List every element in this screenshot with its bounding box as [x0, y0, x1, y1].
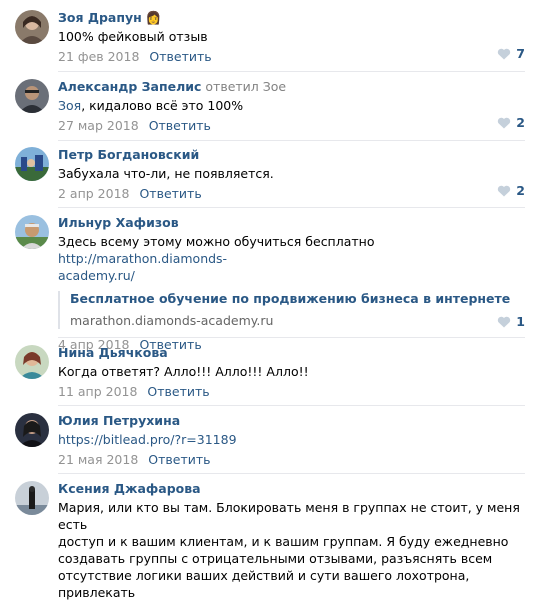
author-name[interactable]: Ильнур Хафизов	[58, 215, 179, 230]
link-snippet[interactable]: Бесплатное обучение по продвижению бизне…	[58, 291, 525, 329]
author-name[interactable]: Зоя Драпун	[58, 10, 142, 25]
url-link[interactable]: http://marathon.diamonds-	[58, 251, 227, 266]
reply-button[interactable]: Ответить	[149, 118, 211, 133]
heart-icon	[498, 48, 511, 59]
comment-text-body: , кидалово всё это 100%	[81, 98, 244, 113]
divider	[58, 405, 525, 406]
divider	[58, 337, 525, 338]
like-button[interactable]: 7	[497, 46, 525, 61]
avatar[interactable]	[15, 79, 49, 113]
comment-text: Здесь всему этому можно обучиться беспла…	[58, 233, 525, 284]
author-name[interactable]: Ксения Джафарова	[58, 481, 201, 496]
divider	[58, 71, 525, 72]
comment-text-line: Мария, или кто вы там. Блокировать меня …	[58, 500, 520, 532]
comment-text: https://bitlead.pro/?r=31189	[58, 431, 525, 448]
comment-date[interactable]: 21 мая 2018	[58, 452, 138, 467]
like-count: 7	[516, 46, 525, 61]
comment-date[interactable]: 21 фев 2018	[58, 49, 139, 64]
heart-icon	[498, 316, 511, 327]
divider	[58, 140, 525, 141]
author-name[interactable]: Юлия Петрухина	[58, 413, 180, 428]
author-emoji: 👩	[145, 10, 162, 25]
author-name[interactable]: Александр Запелис	[58, 79, 201, 94]
like-count: 2	[516, 183, 525, 198]
avatar[interactable]	[15, 147, 49, 181]
avatar[interactable]	[15, 481, 49, 515]
snippet-title[interactable]: Бесплатное обучение по продвижению бизне…	[70, 291, 525, 307]
comment-text: Забухала что-ли, не появляется.	[58, 166, 274, 181]
reply-button[interactable]: Ответить	[139, 186, 201, 201]
author-name[interactable]: Нина Дьячкова	[58, 345, 168, 360]
comment-date[interactable]: 11 апр 2018	[58, 384, 137, 399]
reply-button[interactable]: Ответить	[147, 384, 209, 399]
like-button[interactable]: 2	[497, 183, 525, 198]
comment-text: Мария, или кто вы там. Блокировать меня …	[58, 499, 525, 601]
comment-date[interactable]: 2 апр 2018	[58, 186, 129, 201]
avatar[interactable]	[15, 10, 49, 44]
comment-text: Когда ответят? Алло!!! Алло!!! Алло!!	[58, 364, 309, 379]
comment-date[interactable]: 27 мар 2018	[58, 118, 139, 133]
snippet-domain: marathon.diamonds-academy.ru	[70, 313, 274, 328]
url-link[interactable]: https://bitlead.pro/?r=31189	[58, 432, 237, 447]
like-button[interactable]: 1	[497, 314, 525, 329]
comment-text-line: доступ и к вашим клиентам, и к вашим гру…	[58, 534, 509, 549]
divider	[58, 207, 525, 208]
author-name[interactable]: Петр Богдановский	[58, 147, 199, 162]
avatar[interactable]	[15, 215, 49, 249]
comment-text: Зоя, кидалово всё это 100%	[58, 97, 525, 114]
divider	[58, 473, 525, 474]
heart-icon	[498, 117, 511, 128]
url-link-continued[interactable]: academy.ru/	[58, 268, 135, 283]
mentioned-user-link[interactable]: Зоя	[58, 98, 81, 113]
avatar[interactable]	[15, 413, 49, 447]
comment-text-body: Здесь всему этому можно обучиться беспла…	[58, 234, 375, 249]
like-button[interactable]: 2	[497, 115, 525, 130]
comments-feed: Зоя Драпун 👩 100% фейковый отзыв 21 фев …	[0, 0, 539, 600]
like-count: 2	[516, 115, 525, 130]
avatar[interactable]	[15, 345, 49, 379]
comment-text: 100% фейковый отзыв	[58, 29, 208, 44]
reply-to-note[interactable]: ответил Зое	[205, 79, 286, 94]
like-count: 1	[516, 314, 525, 329]
comment-text-line: создавать группы с отрицательными отзыва…	[58, 551, 493, 566]
reply-button[interactable]: Ответить	[148, 452, 210, 467]
comment-text-line: отсутствие логики ваших действий и сути …	[58, 568, 470, 600]
reply-button[interactable]: Ответить	[149, 49, 211, 64]
heart-icon	[498, 185, 511, 196]
